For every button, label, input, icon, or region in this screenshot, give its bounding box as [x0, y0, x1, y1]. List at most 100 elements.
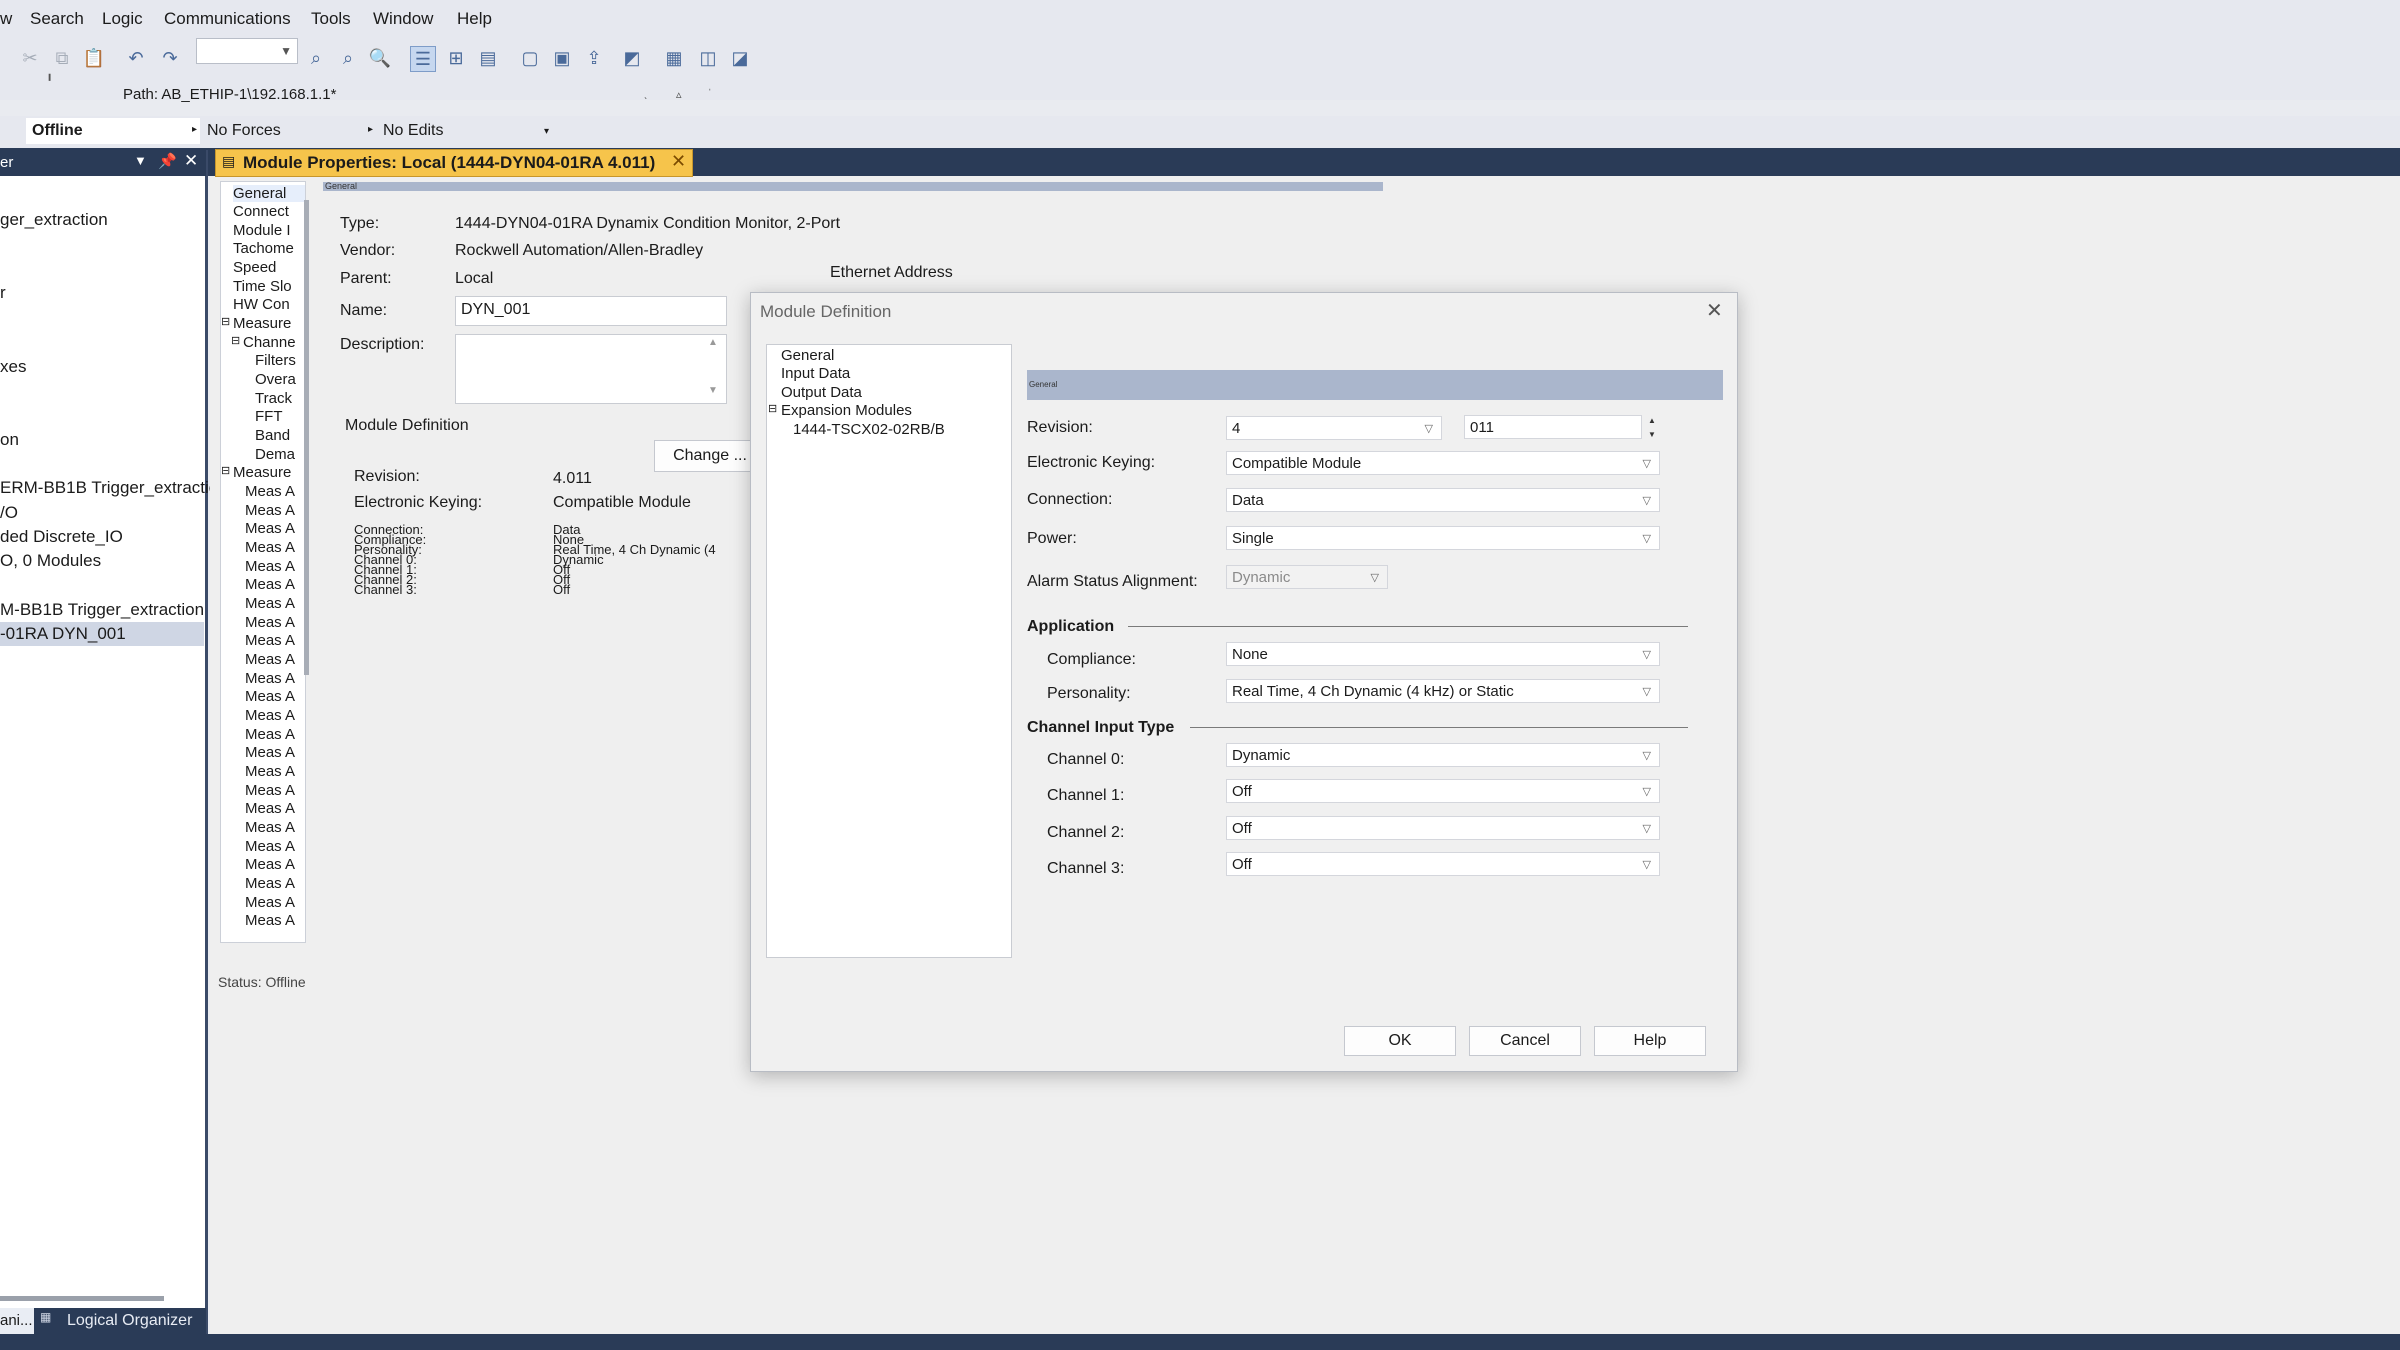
nav-connection[interactable]: Connect: [233, 203, 289, 220]
nav-meas-item[interactable]: Meas A: [245, 763, 295, 780]
nav-meas-item[interactable]: Meas A: [245, 632, 295, 649]
horizontal-scrollbar[interactable]: [0, 1296, 164, 1301]
nav-meas-item[interactable]: Meas A: [245, 651, 295, 668]
module-icon[interactable]: ◫: [696, 46, 720, 70]
cancel-button[interactable]: Cancel: [1469, 1026, 1581, 1056]
tree-item[interactable]: r: [0, 283, 6, 303]
find-next-icon[interactable]: ⌕: [336, 46, 360, 70]
scroll-down-icon[interactable]: ▼: [708, 385, 718, 396]
nav-general[interactable]: General: [233, 185, 305, 202]
menu-logic[interactable]: Logic: [102, 9, 143, 29]
redo-icon[interactable]: ↷: [158, 46, 182, 70]
cut-icon[interactable]: ✂: [18, 46, 42, 70]
path-nav-icon[interactable]: ˎ: [644, 88, 648, 100]
nav-meas-item[interactable]: Meas A: [245, 502, 295, 519]
nav-meas-item[interactable]: Meas A: [245, 744, 295, 761]
nav-meas-item[interactable]: Meas A: [245, 782, 295, 799]
close-tab-icon[interactable]: ✕: [671, 151, 686, 172]
forces-dropdown-icon[interactable]: ▸: [368, 124, 373, 135]
nav-tachometer[interactable]: Tachome: [233, 240, 294, 257]
network-icon[interactable]: ▤: [476, 46, 500, 70]
tree-item[interactable]: on: [0, 430, 19, 450]
nav-meas-item[interactable]: Meas A: [245, 483, 295, 500]
online-icon[interactable]: ◩: [620, 46, 644, 70]
dialog-tree-output-data[interactable]: Output Data: [781, 384, 862, 401]
channel1-select[interactable]: Off ▽: [1226, 779, 1660, 803]
nav-meas-item[interactable]: Meas A: [245, 688, 295, 705]
spin-up-icon[interactable]: ▲: [1648, 416, 1656, 425]
menu-communications[interactable]: Communications: [164, 9, 291, 29]
menu-view[interactable]: w: [0, 9, 12, 29]
tree-item[interactable]: M-BB1B Trigger_extraction: [0, 600, 204, 620]
nav-measurement-2[interactable]: Measure: [233, 464, 291, 481]
nav-meas-item[interactable]: Meas A: [245, 894, 295, 911]
upload-icon[interactable]: ⇪: [582, 46, 606, 70]
compliance-select[interactable]: None ▽: [1226, 642, 1660, 666]
paste-icon[interactable]: 📋: [82, 46, 106, 70]
edits-dropdown-icon[interactable]: ▾: [544, 126, 549, 137]
nav-meas-item[interactable]: Meas A: [245, 856, 295, 873]
expand-icon[interactable]: ⊟: [768, 402, 777, 415]
menu-search[interactable]: Search: [30, 9, 84, 29]
expand-icon[interactable]: ⊟: [231, 334, 240, 347]
nav-measurement[interactable]: Measure: [233, 315, 291, 332]
nav-speed[interactable]: Speed: [233, 259, 276, 276]
dialog-tree-input-data[interactable]: Input Data: [781, 365, 850, 382]
tree-item-selected[interactable]: -01RA DYN_001: [0, 622, 204, 646]
tree-scrollbar[interactable]: [304, 200, 309, 675]
ok-button[interactable]: OK: [1344, 1026, 1456, 1056]
menu-help[interactable]: Help: [457, 9, 492, 29]
keying-select[interactable]: Compatible Module ▽: [1226, 451, 1660, 475]
expand-icon[interactable]: ⊟: [221, 464, 230, 477]
nav-meas-item[interactable]: Meas A: [245, 520, 295, 537]
nav-meas-item[interactable]: Meas A: [245, 576, 295, 593]
nav-hw-config[interactable]: HW Con: [233, 296, 290, 313]
spin-down-icon[interactable]: ▼: [1648, 430, 1656, 439]
tree-item[interactable]: ERM-BB1B Trigger_extractio: [0, 478, 218, 498]
revision-minor-input[interactable]: 011: [1464, 415, 1642, 439]
nav-overall[interactable]: Overa: [255, 371, 296, 388]
pin-icon[interactable]: 📌: [158, 152, 177, 170]
scroll-up-icon[interactable]: ▲: [708, 337, 718, 348]
nav-meas-item[interactable]: Meas A: [245, 875, 295, 892]
tree-view-icon[interactable]: ☰: [410, 46, 436, 72]
channel3-select[interactable]: Off ▽: [1226, 852, 1660, 876]
path-refresh-icon[interactable]: ▵: [676, 88, 682, 101]
revision-major-select[interactable]: 4 ▽: [1226, 416, 1442, 440]
dialog-tree-expansion-modules[interactable]: Expansion Modules: [781, 402, 912, 419]
nav-meas-item[interactable]: Meas A: [245, 707, 295, 724]
nav-meas-item[interactable]: Meas A: [245, 670, 295, 687]
tab-module-properties[interactable]: ▤ Module Properties: Local (1444-DYN04-0…: [215, 149, 693, 177]
nav-filters[interactable]: Filters: [255, 352, 296, 369]
copy-icon[interactable]: ⧉: [50, 46, 74, 70]
name-input[interactable]: DYN_001: [455, 296, 727, 326]
tree-item[interactable]: xes: [0, 357, 26, 377]
close-icon[interactable]: ✕: [184, 151, 198, 171]
mode-box[interactable]: Offline ▸: [26, 118, 200, 144]
dialog-tree-general[interactable]: General: [781, 347, 834, 364]
nav-meas-item[interactable]: Meas A: [245, 912, 295, 929]
nav-meas-item[interactable]: Meas A: [245, 539, 295, 556]
dialog-tree-expansion-module-item[interactable]: 1444-TSCX02-02RB/B: [793, 421, 945, 438]
nav-fft[interactable]: FFT: [255, 408, 283, 425]
channel2-select[interactable]: Off ▽: [1226, 816, 1660, 840]
nav-meas-item[interactable]: Meas A: [245, 558, 295, 575]
download-icon[interactable]: ▣: [550, 46, 574, 70]
menu-window[interactable]: Window: [373, 9, 433, 29]
settings-icon[interactable]: ◪: [728, 46, 752, 70]
nav-module-info[interactable]: Module I: [233, 222, 291, 239]
controller-icon[interactable]: ▦: [662, 46, 686, 70]
verify-icon[interactable]: ▢: [518, 46, 542, 70]
nav-channel[interactable]: Channe: [243, 334, 296, 351]
tree-item[interactable]: ger_extraction: [0, 210, 108, 230]
help-button[interactable]: Help: [1594, 1026, 1706, 1056]
search-combo[interactable]: ▼: [196, 38, 298, 64]
tab-logical-organizer[interactable]: Logical Organizer: [67, 1312, 192, 1330]
nav-meas-item[interactable]: Meas A: [245, 614, 295, 631]
path-menu-icon[interactable]: ˈ: [708, 88, 712, 100]
undo-icon[interactable]: ↶: [124, 46, 148, 70]
menu-tools[interactable]: Tools: [311, 9, 351, 29]
nav-demod[interactable]: Dema: [255, 446, 295, 463]
hierarchy-icon[interactable]: ⊞: [444, 46, 468, 70]
tree-item[interactable]: ded Discrete_IO: [0, 527, 123, 547]
